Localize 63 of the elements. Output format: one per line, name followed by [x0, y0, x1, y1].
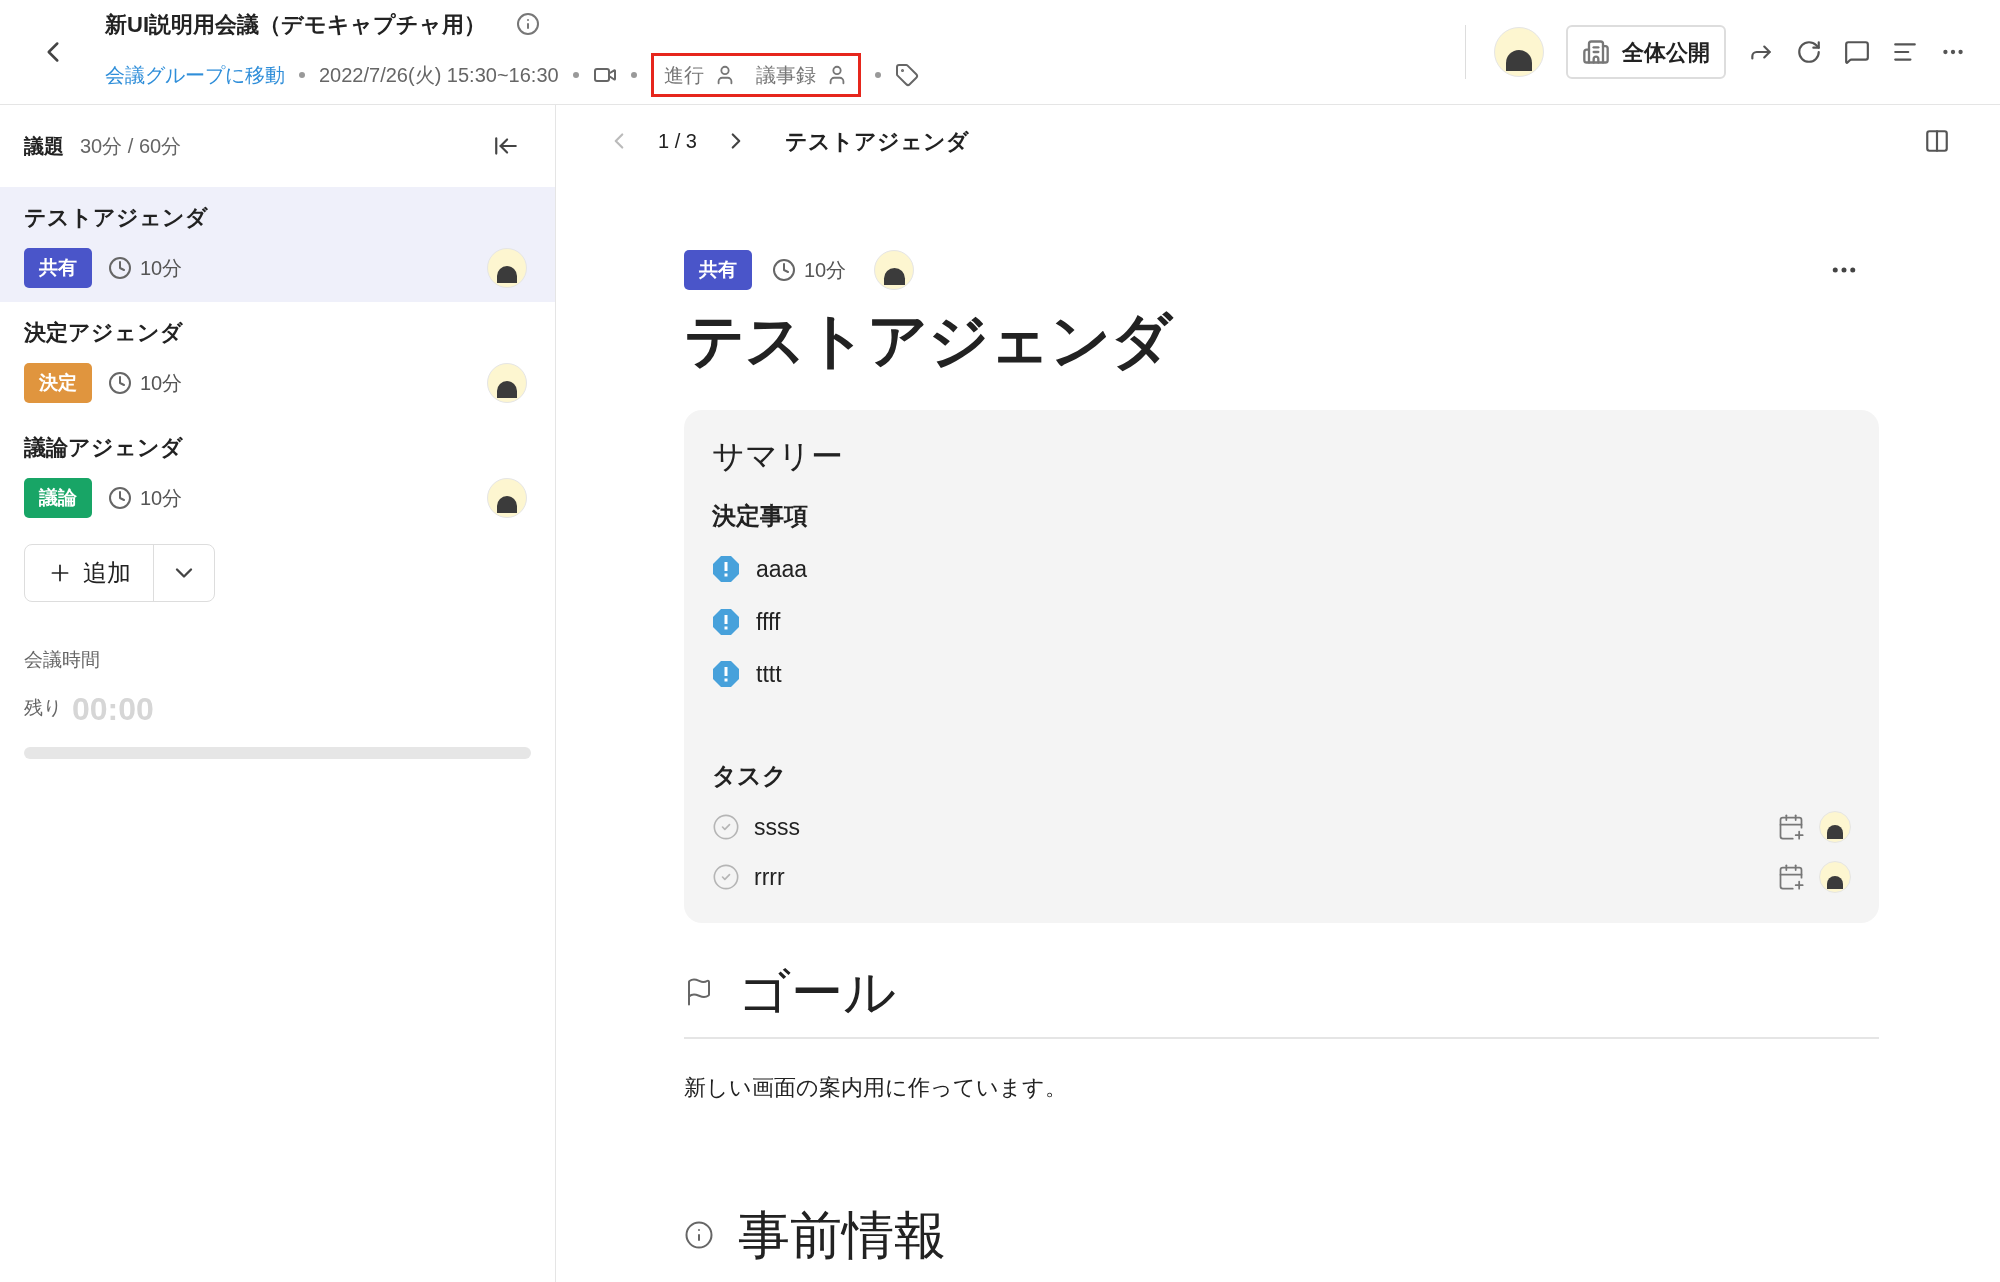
alert-icon: [712, 555, 740, 584]
agenda-title: テストアジェンダ: [684, 306, 1175, 376]
clock-icon: [772, 258, 796, 282]
meeting-title: 新UI説明用会議（デモキャプチャ用）: [105, 10, 486, 39]
goal-text: 新しい画面の案内用に作っています。: [684, 1073, 1068, 1102]
comment-icon[interactable]: [1844, 39, 1870, 65]
tasks-heading: タスク: [712, 760, 788, 791]
clock-icon: [108, 371, 132, 395]
meeting-datetime: 2022/7/26(火) 15:30~16:30: [319, 62, 559, 88]
agenda-tag: 決定: [24, 363, 92, 403]
visibility-button[interactable]: 全体公開: [1566, 25, 1726, 79]
agenda-duration: 10分: [140, 486, 183, 511]
calendar-add-icon[interactable]: [1777, 863, 1805, 892]
agenda-tag: 共有: [24, 248, 92, 288]
add-button[interactable]: 追加: [25, 545, 154, 601]
decision-text: aaaa: [756, 555, 808, 584]
tag-icon[interactable]: [894, 62, 919, 87]
agenda-title: テストアジェンダ: [24, 204, 209, 232]
agenda-item[interactable]: テストアジェンダ 共有 10分: [0, 187, 555, 302]
task-checkbox[interactable]: [712, 812, 740, 841]
split-view-icon[interactable]: [1924, 128, 1950, 154]
agenda-title: 決定アジェンダ: [24, 319, 184, 347]
agenda-tag: 議論: [24, 478, 92, 518]
clock-icon: [108, 486, 132, 510]
agenda-title: 議論アジェンダ: [24, 434, 184, 462]
agenda-duration: 10分: [140, 371, 183, 396]
pager-title: テストアジェンダ: [784, 127, 969, 156]
info-icon[interactable]: [516, 12, 540, 36]
agenda-duration: 10分: [804, 258, 847, 283]
task-text: rrrr: [754, 863, 785, 892]
page-indicator: 1 / 3: [658, 129, 697, 154]
avatar: [487, 248, 527, 288]
building-icon: [1582, 38, 1610, 66]
task-text: ssss: [754, 812, 800, 842]
avatar: [1494, 27, 1544, 77]
agenda-duration: 10分: [140, 256, 183, 281]
goal-heading: ゴール: [738, 961, 896, 1023]
task-checkbox[interactable]: [712, 863, 740, 892]
alert-icon: [712, 607, 740, 636]
decision-text: tttt: [756, 660, 782, 689]
alert-icon: [712, 660, 740, 689]
group-link[interactable]: 会議グループに移動: [105, 59, 285, 90]
avatar: [487, 363, 527, 403]
role-label: 進行: [663, 62, 704, 88]
avatar: [1819, 861, 1851, 894]
decisions-heading: 決定事項: [712, 501, 809, 531]
avatar: [1819, 810, 1851, 843]
summary-title: サマリー: [712, 437, 844, 476]
avatar: [487, 478, 527, 518]
info-icon: [684, 1220, 714, 1251]
meeting-time-label: 会議時間: [23, 648, 101, 672]
agenda-heading: 議題: [24, 134, 64, 159]
avatar: [874, 250, 915, 290]
info-heading: 事前情報: [738, 1204, 946, 1266]
refresh-icon[interactable]: [1796, 39, 1822, 65]
calendar-add-icon[interactable]: [1777, 812, 1805, 841]
remaining-label: 残り: [24, 696, 62, 721]
agenda-tag: 共有: [684, 250, 752, 290]
decision-text: ffff: [756, 607, 781, 637]
role-label: 議事録: [755, 62, 816, 88]
clock-icon: [108, 256, 132, 280]
add-split-button[interactable]: 追加: [24, 544, 215, 602]
agenda-time-summary: 30分 / 60分: [80, 134, 182, 159]
